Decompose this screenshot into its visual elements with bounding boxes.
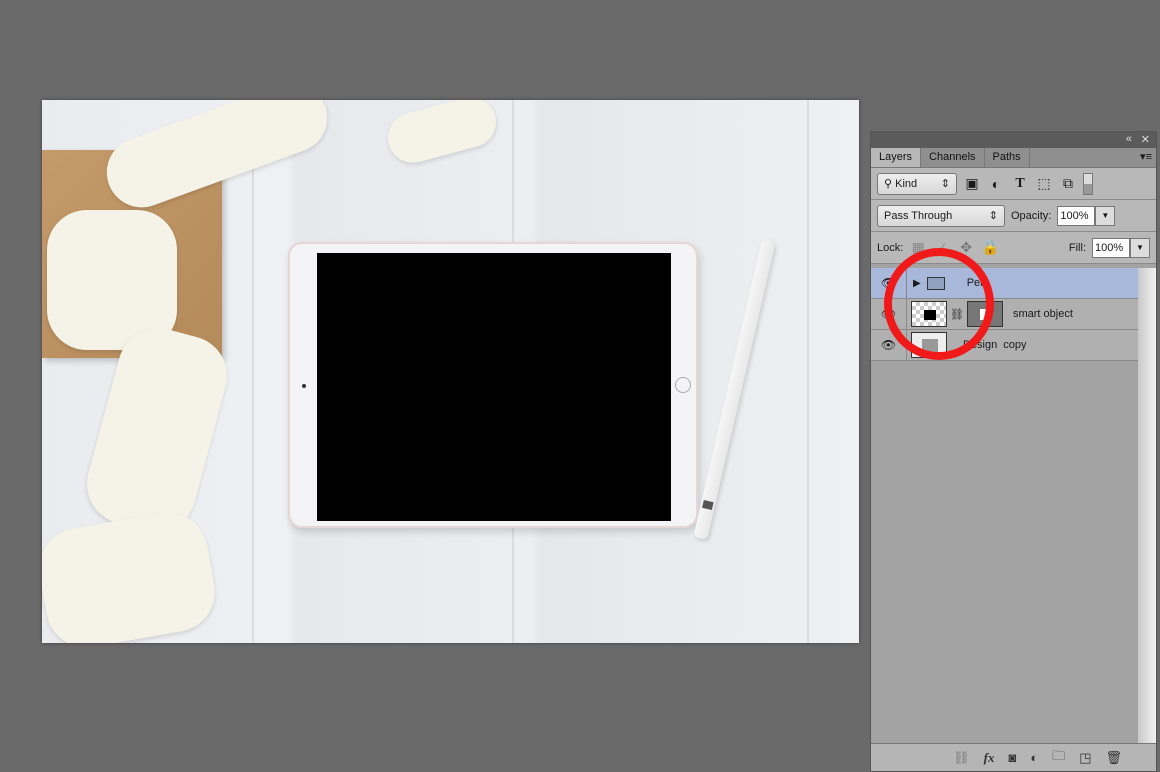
filter-toggle[interactable] [1083,172,1093,195]
home-button [675,377,691,393]
tab-channels[interactable]: Channels [921,148,985,167]
blend-mode-value: Pass Through [884,209,953,222]
type-filter-icon[interactable]: T [1011,176,1029,192]
collapse-icon[interactable]: « [1126,133,1132,145]
red-annotation-circle [884,248,994,360]
fill-label: Fill: [1068,241,1086,254]
fill-dropdown[interactable]: ▼ [1130,237,1150,258]
lock-all-icon[interactable]: 🔒 [981,239,999,256]
panel-titlebar: « ✕ [871,132,1156,148]
opacity-input[interactable]: 100% [1057,205,1096,226]
adjustment-icon[interactable]: ◐ [1030,750,1038,765]
ribbon [382,100,502,169]
blend-row: Pass Through ⇕ Opacity: 100% ▼ [871,200,1156,232]
wood-plank-line [252,100,254,643]
panel-menu-icon[interactable]: ▾≡ [1140,150,1152,163]
document-canvas[interactable] [42,100,859,643]
search-icon: ⚲ [884,178,896,190]
tab-paths[interactable]: Paths [985,148,1030,167]
fx-icon[interactable]: fx [984,750,995,766]
layer-list-scrollbar[interactable] [1138,268,1156,743]
ribbon [42,506,222,643]
wood-plank-line [807,100,809,643]
panel-bottom-toolbar: ⛓ fx ◙ ◐ 🗀 ◳ 🗑 [871,743,1156,771]
filter-row: ⚲ Kind ⇕ ▣ ◐ T ⬚ ⧉ [871,168,1156,200]
trash-icon[interactable]: 🗑 [1105,750,1122,766]
mask-icon[interactable]: ◙ [1008,750,1016,765]
tab-layers[interactable]: Layers [871,148,922,167]
ipad-screen [317,253,671,521]
opacity-label: Opacity: [1011,209,1052,222]
group-folder-icon[interactable]: 🗀 [1052,747,1065,769]
filter-kind-select[interactable]: ⚲ Kind ⇕ [877,172,957,195]
camera [302,384,306,388]
opacity-dropdown[interactable]: ▼ [1095,205,1116,226]
link-icon[interactable]: ⛓ [953,750,970,766]
apple-pencil [693,238,776,540]
blend-mode-select[interactable]: Pass Through ⇕ [877,204,1005,227]
filter-kind-label: Kind [895,178,918,190]
smart-object-filter-icon[interactable]: ⧉ [1059,175,1077,192]
lock-label: Lock: [877,241,904,254]
image-filter-icon[interactable]: ▣ [963,175,981,192]
shape-filter-icon[interactable]: ⬚ [1035,175,1053,192]
panel-tabs: Layers Channels Paths ▾≡ [871,148,1156,168]
layer-name: smart object [1012,308,1073,320]
adjustment-filter-icon[interactable]: ◐ [987,176,1005,192]
close-icon[interactable]: ✕ [1141,133,1150,146]
ipad-mockup [288,242,698,528]
new-layer-icon[interactable]: ◳ [1079,750,1091,766]
fill-input[interactable]: 100% [1092,237,1130,258]
layers-panel: « ✕ Layers Channels Paths ▾≡ ⚲ Kind ⇕ ▣ ◐… [870,131,1157,772]
